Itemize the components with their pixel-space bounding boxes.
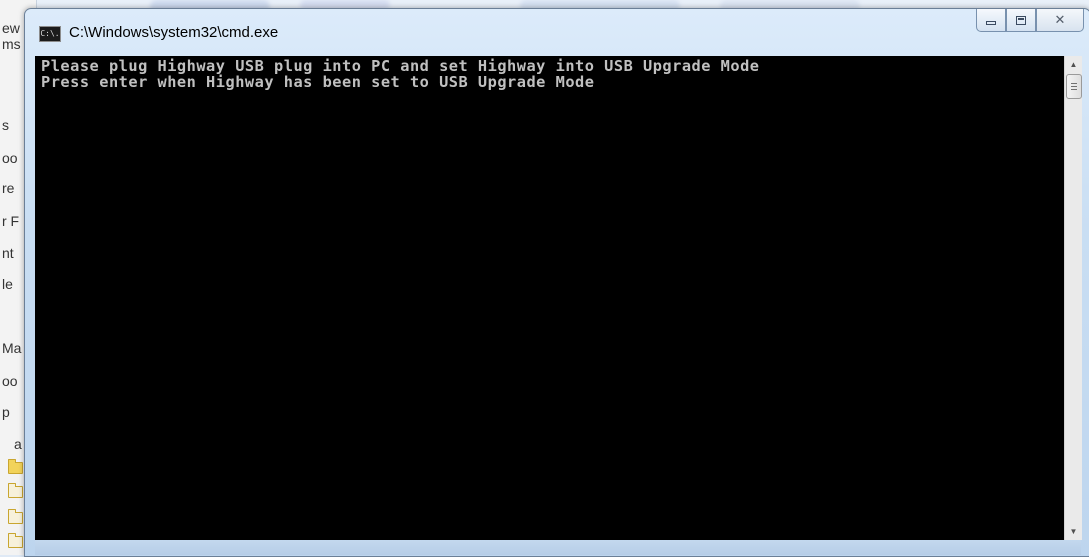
- window-title: C:\Windows\system32\cmd.exe: [69, 24, 279, 41]
- console-window[interactable]: C:\. C:\Windows\system32\cmd.exe ✕ Pleas…: [24, 8, 1089, 557]
- scroll-down-button[interactable]: ▼: [1065, 523, 1082, 540]
- cmd-icon[interactable]: C:\.: [39, 26, 61, 42]
- minimize-icon: [986, 21, 996, 25]
- folder-icon: [8, 459, 23, 474]
- title-bar[interactable]: C:\. C:\Windows\system32\cmd.exe ✕: [25, 9, 1089, 55]
- scroll-thumb[interactable]: [1066, 74, 1082, 99]
- close-icon: ✕: [1054, 12, 1066, 27]
- console-line: Press enter when Highway has been set to…: [41, 73, 595, 91]
- scroll-up-button[interactable]: ▲: [1065, 56, 1082, 73]
- console-line: Please plug Highway USB plug into PC and…: [41, 57, 760, 75]
- close-button[interactable]: ✕: [1036, 9, 1084, 32]
- maximize-button[interactable]: [1006, 9, 1036, 32]
- minimize-button[interactable]: [976, 9, 1006, 32]
- window-bottom-frame: [35, 540, 1081, 555]
- vertical-scrollbar[interactable]: ▲ ▼: [1064, 56, 1082, 540]
- grip-icon: [1071, 83, 1077, 90]
- maximize-icon: [1016, 15, 1026, 25]
- folder-icon: [8, 483, 23, 498]
- up-arrow-icon: ▲: [1069, 60, 1078, 69]
- folder-icon: [8, 533, 23, 548]
- down-arrow-icon: ▼: [1069, 527, 1078, 536]
- console-output[interactable]: Please plug Highway USB plug into PC and…: [35, 56, 1064, 540]
- folder-icon: [8, 509, 23, 524]
- caption-buttons: ✕: [976, 9, 1084, 33]
